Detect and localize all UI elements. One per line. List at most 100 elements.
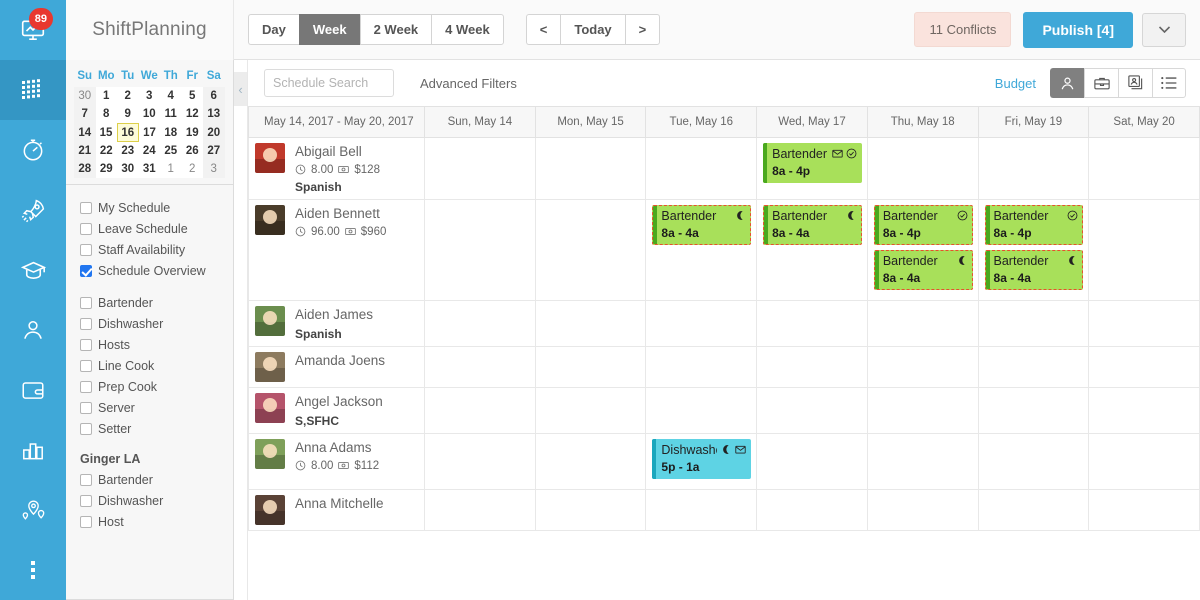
calendar-day-cell[interactable]: 4 [160, 87, 182, 105]
employee-cell[interactable]: Abigail Bell 8.00 $128 Spanish [248, 136, 425, 200]
schedule-cell[interactable] [645, 345, 758, 388]
calendar-day-cell[interactable]: 28 [74, 160, 96, 178]
schedule-cell[interactable] [756, 432, 868, 490]
schedule-cell[interactable] [424, 345, 536, 388]
schedule-cell[interactable]: Dishwasher 5p - 1a [645, 432, 758, 490]
calendar-day-cell[interactable]: 19 [181, 123, 203, 142]
schedule-cell[interactable] [977, 432, 1090, 490]
filter-position-dishwasher[interactable]: Dishwasher [80, 313, 233, 334]
schedule-cell[interactable] [534, 386, 647, 434]
calendar-day-cell[interactable]: 2 [117, 87, 139, 105]
schedule-cell[interactable] [534, 432, 647, 490]
employee-cell[interactable]: Amanda Joens [248, 345, 425, 388]
checkbox[interactable] [80, 296, 92, 309]
schedule-cell[interactable] [866, 299, 979, 347]
collapse-panel-button[interactable]: ‹ [234, 72, 247, 106]
schedule-cell[interactable]: Bartender 8a - 4p Bartender 8a - 4a [866, 198, 979, 301]
sidebar-item-notifications[interactable]: 89 [0, 0, 66, 60]
schedule-cell[interactable] [534, 198, 647, 301]
schedule-cell[interactable] [866, 432, 979, 490]
sidebar-item-reports[interactable] [0, 420, 66, 480]
schedule-cell[interactable]: Bartender 8a - 4a [756, 198, 868, 301]
sidebar-item-training[interactable] [0, 240, 66, 300]
filter-leave-schedule[interactable]: Leave Schedule [80, 218, 233, 239]
calendar-day-cell[interactable]: 23 [117, 141, 139, 160]
schedule-cell[interactable] [1088, 488, 1200, 531]
next-period-button[interactable]: > [624, 14, 661, 45]
checkbox[interactable] [80, 264, 92, 277]
calendar-day-cell[interactable]: 16 [116, 123, 139, 142]
shift-block[interactable]: Bartender 8a - 4p [873, 204, 973, 245]
schedule-cell[interactable] [977, 299, 1090, 347]
prev-period-button[interactable]: < [525, 14, 561, 45]
schedule-cell[interactable] [645, 136, 758, 200]
view-cards-button[interactable] [1118, 68, 1152, 98]
sidebar-item-more[interactable] [0, 540, 66, 600]
filter-position-prep-cook[interactable]: Prep Cook [80, 376, 233, 397]
today-button[interactable]: Today [560, 14, 625, 45]
sidebar-item-payroll[interactable] [0, 360, 66, 420]
schedule-cell[interactable] [534, 299, 647, 347]
checkbox[interactable] [80, 515, 92, 528]
schedule-cell[interactable] [534, 136, 647, 200]
schedule-cell[interactable] [866, 488, 979, 531]
calendar-day-cell[interactable]: 2 [181, 160, 203, 178]
employee-cell[interactable]: Angel Jackson S,SFHC [248, 386, 425, 434]
schedule-cell[interactable] [424, 432, 536, 490]
budget-link[interactable]: Budget [995, 76, 1036, 91]
calendar-day-cell[interactable]: 21 [74, 141, 96, 160]
schedule-cell[interactable] [645, 299, 758, 347]
schedule-cell[interactable] [1088, 136, 1200, 200]
calendar-day-cell[interactable]: 9 [117, 105, 139, 124]
calendar-day-cell[interactable]: 8 [95, 105, 117, 124]
schedule-cell[interactable] [1088, 299, 1200, 347]
filter-my-schedule[interactable]: My Schedule [80, 197, 233, 218]
publish-dropdown-button[interactable] [1142, 12, 1186, 47]
checkbox[interactable] [80, 201, 92, 214]
schedule-cell[interactable] [866, 136, 979, 200]
schedule-grid-scroll[interactable]: May 14, 2017 - May 20, 2017 Sun, May 14 Mo… [248, 107, 1200, 600]
shift-block[interactable]: Dishwasher 5p - 1a [652, 438, 752, 479]
schedule-cell[interactable] [756, 386, 868, 434]
shift-block[interactable]: Bartender 8a - 4p [984, 204, 1084, 245]
employee-cell[interactable]: Anna Adams 8.00 $112 [248, 432, 425, 490]
calendar-day-cell[interactable]: 27 [203, 141, 225, 160]
schedule-cell[interactable] [424, 299, 536, 347]
shift-block[interactable]: Bartender 8a - 4a [873, 249, 973, 290]
checkbox[interactable] [80, 401, 92, 414]
filter-position-server[interactable]: Server [80, 397, 233, 418]
schedule-cell[interactable] [866, 345, 979, 388]
schedule-cell[interactable] [424, 386, 536, 434]
schedule-cell[interactable] [756, 345, 868, 388]
schedule-cell[interactable] [1088, 432, 1200, 490]
filter-schedule-overview[interactable]: Schedule Overview [80, 260, 233, 281]
schedule-cell[interactable] [534, 345, 647, 388]
checkbox[interactable] [80, 243, 92, 256]
employee-cell[interactable]: Anna Mitchelle [248, 488, 425, 531]
calendar-day-cell[interactable]: 10 [138, 105, 160, 124]
calendar-day-cell[interactable]: 17 [138, 123, 160, 142]
calendar-day-cell[interactable]: 6 [203, 87, 225, 105]
calendar-day-cell[interactable]: 18 [160, 123, 182, 142]
range-4week-button[interactable]: 4 Week [431, 14, 504, 45]
view-by-employee-button[interactable] [1050, 68, 1084, 98]
employee-cell[interactable]: Aiden Bennett 96.00 $960 [248, 198, 425, 301]
schedule-cell[interactable] [534, 488, 647, 531]
schedule-cell[interactable] [977, 488, 1090, 531]
schedule-cell[interactable] [977, 386, 1090, 434]
schedule-cell[interactable] [1088, 198, 1200, 301]
filter-position-hosts[interactable]: Hosts [80, 334, 233, 355]
shift-block[interactable]: Bartender 8a - 4a [652, 204, 752, 245]
sidebar-item-timeclock[interactable] [0, 120, 66, 180]
calendar-day-cell[interactable]: 14 [74, 123, 96, 142]
checkbox[interactable] [80, 359, 92, 372]
schedule-cell[interactable] [424, 198, 536, 301]
calendar-day-cell[interactable]: 31 [138, 160, 160, 178]
schedule-cell[interactable] [645, 386, 758, 434]
checkbox[interactable] [80, 494, 92, 507]
schedule-cell[interactable] [977, 345, 1090, 388]
shift-block[interactable]: Bartender 8a - 4p [763, 142, 862, 183]
filter-position-line-cook[interactable]: Line Cook [80, 355, 233, 376]
calendar-day-cell[interactable]: 7 [74, 105, 96, 124]
checkbox[interactable] [80, 338, 92, 351]
